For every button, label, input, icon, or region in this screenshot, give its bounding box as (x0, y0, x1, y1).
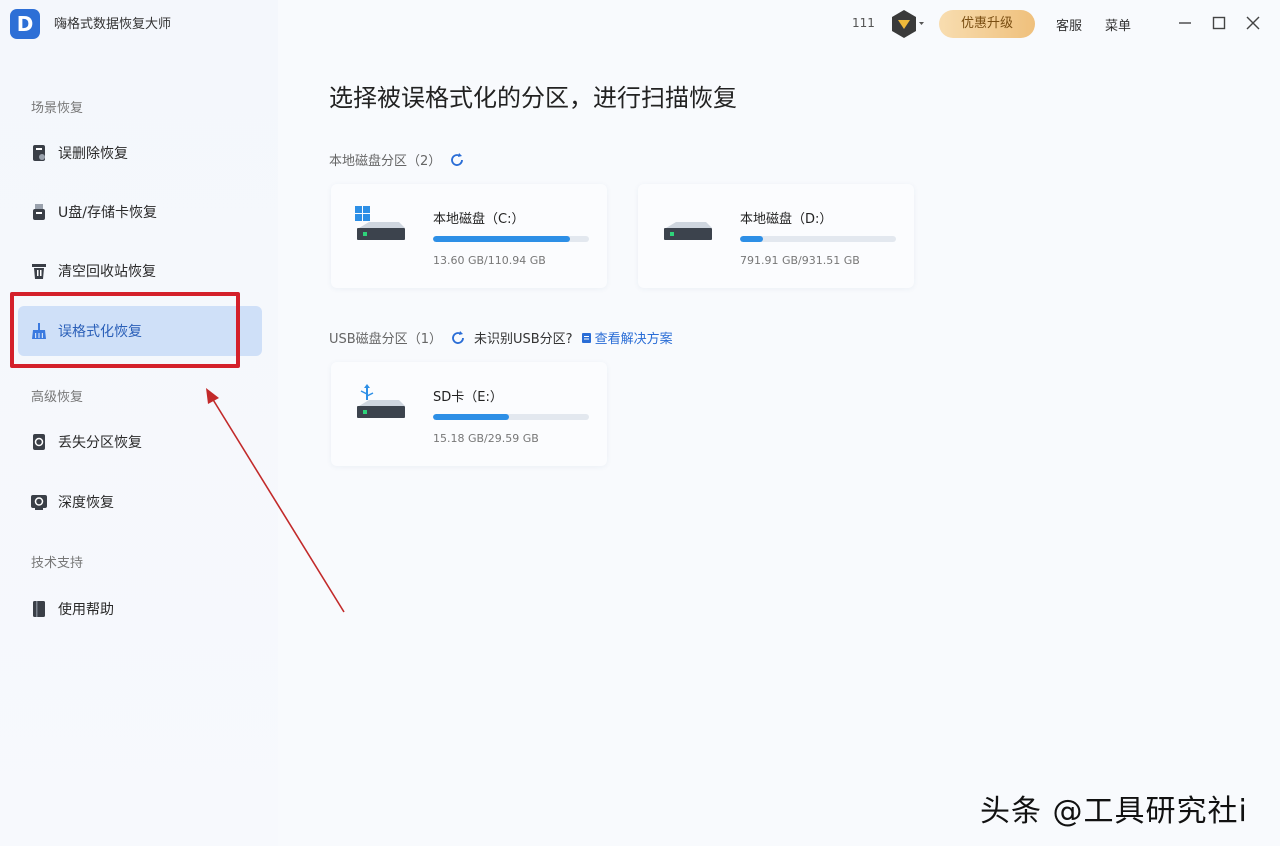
vip-badge-icon[interactable] (889, 9, 924, 39)
partition-icon (30, 433, 48, 451)
usage-bar-fill (740, 236, 764, 242)
usage-bar-fill (433, 236, 570, 242)
usb-hint-text: 未识别USB分区? (473, 332, 573, 347)
sidebar-item-label: 使用帮助 (58, 602, 114, 618)
minimize-icon[interactable] (1174, 12, 1196, 34)
sidebar-item-label: 深度恢复 (58, 495, 114, 511)
hard-disk-icon (662, 206, 714, 250)
disk-size: 15.18 GB/29.59 GB (433, 432, 539, 445)
section-label-scene: 场景恢复 (31, 101, 84, 116)
disk-card-c[interactable]: 本地磁盘（C:） 13.60 GB/110.94 GB (331, 184, 607, 288)
usb-disk-group-label: USB磁盘分区（1） 未识别USB分区? 查看解决方案 (329, 328, 673, 347)
sidebar-item-lost-partition[interactable]: 丢失分区恢复 (18, 417, 262, 467)
watermark: 头条 @工具研究社i (980, 794, 1248, 829)
usb-drive-icon (30, 203, 48, 221)
disk-name: 本地磁盘（C:） (433, 212, 525, 227)
usage-bar (433, 236, 589, 242)
page-title: 选择被误格式化的分区，进行扫描恢复 (329, 84, 737, 112)
maximize-icon[interactable] (1208, 12, 1230, 34)
section-label-advanced: 高级恢复 (31, 390, 84, 405)
disk-card-e[interactable]: SD卡（E:） 15.18 GB/29.59 GB (331, 362, 607, 466)
broom-icon (30, 322, 48, 340)
sidebar-item-format[interactable]: 误格式化恢复 (18, 306, 262, 356)
sidebar-item-label: 清空回收站恢复 (58, 264, 156, 280)
sidebar-item-label: 误格式化恢复 (58, 324, 142, 340)
usage-bar (433, 414, 589, 420)
document-icon (581, 332, 591, 343)
sidebar-item-deep[interactable]: 深度恢复 (18, 477, 262, 527)
sidebar-item-recycle-bin[interactable]: 清空回收站恢复 (18, 246, 262, 296)
refresh-icon[interactable] (450, 330, 466, 346)
sidebar: D 嗨格式数据恢复大师 场景恢复 误删除恢复 U盘/存储卡恢复 清空回收站恢复 … (0, 0, 278, 846)
local-group-text: 本地磁盘分区（2） (329, 154, 442, 169)
windows-disk-icon (355, 206, 407, 250)
file-icon (30, 144, 48, 162)
trash-icon (30, 262, 48, 280)
disk-card-d[interactable]: 本地磁盘（D:） 791.91 GB/931.51 GB (638, 184, 914, 288)
section-label-support: 技术支持 (31, 556, 84, 571)
sidebar-item-label: 误删除恢复 (58, 146, 128, 162)
user-id: 111 (852, 16, 875, 30)
upgrade-button[interactable]: 优惠升级 (939, 10, 1035, 38)
disk-name: SD卡（E:） (433, 390, 503, 405)
help-book-icon (30, 600, 48, 618)
sidebar-item-label: 丢失分区恢复 (58, 435, 142, 451)
refresh-icon[interactable] (449, 152, 465, 168)
menu-button[interactable]: 菜单 (1105, 15, 1131, 34)
usb-group-text: USB磁盘分区（1） (329, 332, 442, 347)
service-button[interactable]: 客服 (1056, 15, 1082, 34)
app-logo: D (10, 9, 40, 39)
deep-scan-icon (30, 493, 48, 511)
sidebar-item-deleted[interactable]: 误删除恢复 (18, 128, 262, 178)
usb-disk-icon (355, 384, 407, 428)
close-icon[interactable] (1242, 12, 1264, 34)
disk-size: 791.91 GB/931.51 GB (740, 254, 860, 267)
sidebar-item-label: U盘/存储卡恢复 (58, 205, 157, 221)
disk-name: 本地磁盘（D:） (740, 212, 833, 227)
usage-bar-fill (433, 414, 509, 420)
view-solution-link[interactable]: 查看解决方案 (581, 328, 673, 347)
app-title: 嗨格式数据恢复大师 (54, 17, 172, 32)
sidebar-item-help[interactable]: 使用帮助 (18, 584, 262, 634)
local-disk-group-label: 本地磁盘分区（2） (329, 150, 465, 169)
disk-size: 13.60 GB/110.94 GB (433, 254, 546, 267)
usage-bar (740, 236, 896, 242)
sidebar-item-usb[interactable]: U盘/存储卡恢复 (18, 187, 262, 237)
